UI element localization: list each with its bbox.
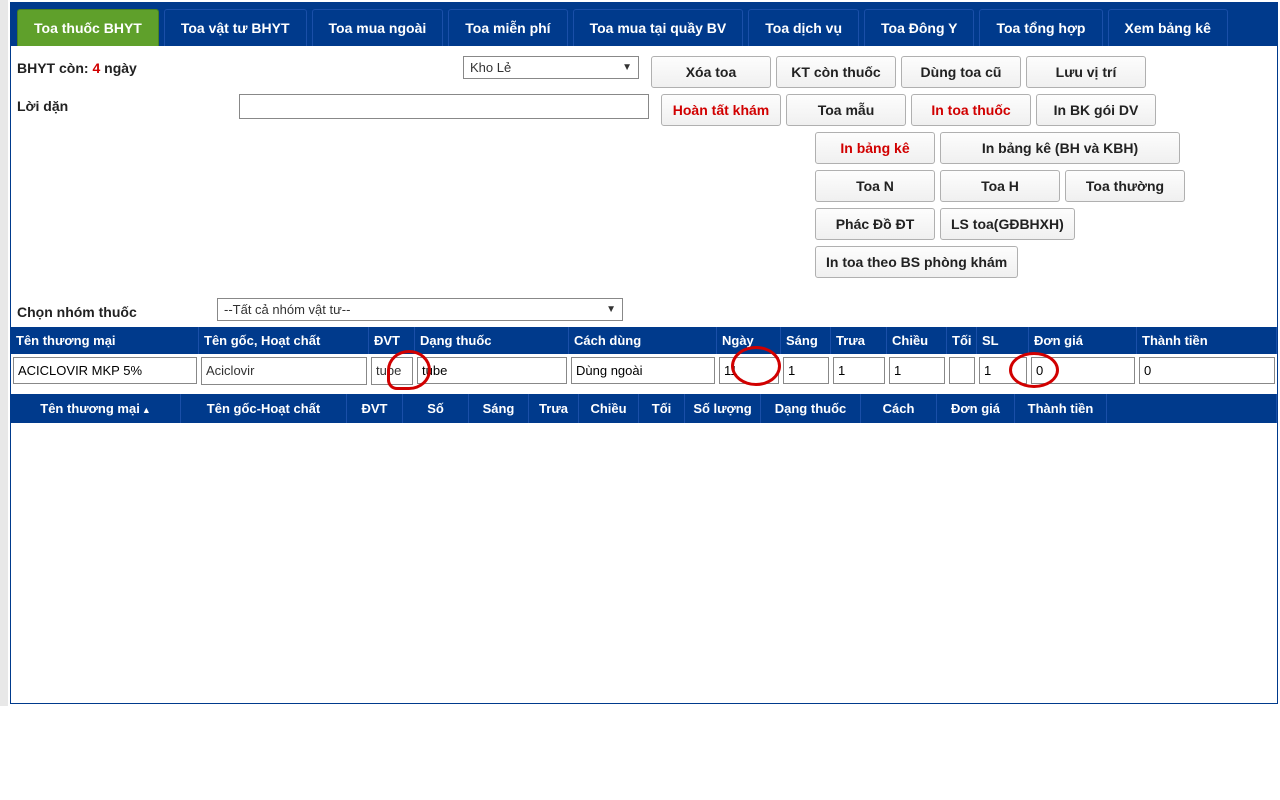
tab-0[interactable]: Toa thuốc BHYT xyxy=(17,9,159,46)
col-ngay: Ngày xyxy=(717,327,781,354)
bhyt-label: BHYT còn: 4 ngày xyxy=(17,56,217,76)
group-label: Chọn nhóm thuốc xyxy=(17,300,197,320)
tab-2[interactable]: Toa mua ngoài xyxy=(312,9,444,46)
tab-8[interactable]: Xem bảng kê xyxy=(1108,9,1228,46)
gh-last xyxy=(1107,394,1277,423)
col-sl: SL xyxy=(977,327,1029,354)
col-ten-goc: Tên gốc, Hoạt chất xyxy=(199,327,369,354)
col-cach: Cách dùng xyxy=(569,327,717,354)
tab-3[interactable]: Toa miễn phí xyxy=(448,9,567,46)
gh-dvt[interactable]: ĐVT xyxy=(347,394,403,423)
chevron-down-icon: ▼ xyxy=(606,304,616,315)
grid-body-empty xyxy=(11,423,1277,703)
val-ten-goc: Aciclovir xyxy=(201,357,367,385)
input-thanhtien[interactable] xyxy=(1139,357,1275,384)
tab-4[interactable]: Toa mua tại quầy BV xyxy=(573,9,744,46)
kho-select[interactable]: Kho Lẻ▼ xyxy=(463,56,639,79)
gh-ten-goc[interactable]: Tên gốc-Hoạt chất xyxy=(181,394,347,423)
entry-header-row: Tên thương mại Tên gốc, Hoạt chất ĐVT Dạ… xyxy=(11,327,1277,354)
row4-btn-1[interactable]: Toa H xyxy=(940,170,1060,202)
col-trua: Trưa xyxy=(831,327,887,354)
input-sl[interactable] xyxy=(979,357,1027,384)
row5-btn-1[interactable]: LS toa(GĐBHXH) xyxy=(940,208,1075,240)
row1-btn-2[interactable]: Dùng toa cũ xyxy=(901,56,1021,88)
row2-btn-0[interactable]: Hoàn tất khám xyxy=(661,94,781,126)
input-ngay[interactable] xyxy=(719,357,779,384)
row6-btn-0[interactable]: In toa theo BS phòng khám xyxy=(815,246,1018,278)
tab-5[interactable]: Toa dịch vụ xyxy=(748,9,859,46)
input-dang[interactable] xyxy=(417,357,567,384)
loi-dan-input[interactable] xyxy=(239,94,649,119)
sort-asc-icon: ▲ xyxy=(142,405,151,415)
gh-toi[interactable]: Tối xyxy=(639,394,685,423)
gh-dongia[interactable]: Đơn giá xyxy=(937,394,1015,423)
row1-btn-1[interactable]: KT còn thuốc xyxy=(776,56,896,88)
col-toi: Tối xyxy=(947,327,977,354)
input-sang[interactable] xyxy=(783,357,829,384)
col-ten-tm: Tên thương mại xyxy=(11,327,199,354)
entry-row: Aciclovir tube xyxy=(11,354,1277,393)
col-sang: Sáng xyxy=(781,327,831,354)
col-thanhtien: Thành tiền xyxy=(1137,327,1277,354)
input-ten-tm[interactable] xyxy=(13,357,197,384)
col-dang: Dạng thuốc xyxy=(415,327,569,354)
col-dvt: ĐVT xyxy=(369,327,415,354)
row5-btn-0[interactable]: Phác Đồ ĐT xyxy=(815,208,935,240)
col-dongia: Đơn giá xyxy=(1029,327,1137,354)
row2-btn-3[interactable]: In BK gói DV xyxy=(1036,94,1156,126)
tab-6[interactable]: Toa Đông Y xyxy=(864,9,974,46)
gh-thanhtien[interactable]: Thành tiền xyxy=(1015,394,1107,423)
gh-ten-tm[interactable]: Tên thương mại▲ xyxy=(11,394,181,423)
col-chieu: Chiều xyxy=(887,327,947,354)
gh-sl[interactable]: Số lượng xyxy=(685,394,761,423)
row4-btn-0[interactable]: Toa N xyxy=(815,170,935,202)
group-select[interactable]: --Tất cả nhóm vật tư--▼ xyxy=(217,298,623,321)
gh-so[interactable]: Số xyxy=(403,394,469,423)
row3-btn-0[interactable]: In bảng kê xyxy=(815,132,935,164)
chevron-down-icon: ▼ xyxy=(622,62,632,73)
val-dvt: tube xyxy=(371,357,413,385)
row4-btn-2[interactable]: Toa thường xyxy=(1065,170,1185,202)
row2-btn-1[interactable]: Toa mẫu xyxy=(786,94,906,126)
input-dongia[interactable] xyxy=(1031,357,1135,384)
tab-bar: Toa thuốc BHYTToa vật tư BHYTToa mua ngo… xyxy=(11,3,1277,46)
row2-btn-2[interactable]: In toa thuốc xyxy=(911,94,1031,126)
row1-btn-3[interactable]: Lưu vị trí xyxy=(1026,56,1146,88)
row3-btn-1[interactable]: In bảng kê (BH và KBH) xyxy=(940,132,1180,164)
tab-1[interactable]: Toa vật tư BHYT xyxy=(164,9,307,46)
gh-sang[interactable]: Sáng xyxy=(469,394,529,423)
gh-dang[interactable]: Dạng thuốc xyxy=(761,394,861,423)
gh-chieu[interactable]: Chiều xyxy=(579,394,639,423)
grid-header-row: Tên thương mại▲ Tên gốc-Hoạt chất ĐVT Số… xyxy=(11,393,1277,423)
row1-btn-0[interactable]: Xóa toa xyxy=(651,56,771,88)
tab-7[interactable]: Toa tổng hợp xyxy=(979,9,1102,46)
input-trua[interactable] xyxy=(833,357,885,384)
input-toi[interactable] xyxy=(949,357,975,384)
loi-dan-label: Lời dặn xyxy=(17,94,127,114)
input-chieu[interactable] xyxy=(889,357,945,384)
gh-trua[interactable]: Trưa xyxy=(529,394,579,423)
input-cach[interactable] xyxy=(571,357,715,384)
gh-cach[interactable]: Cách xyxy=(861,394,937,423)
